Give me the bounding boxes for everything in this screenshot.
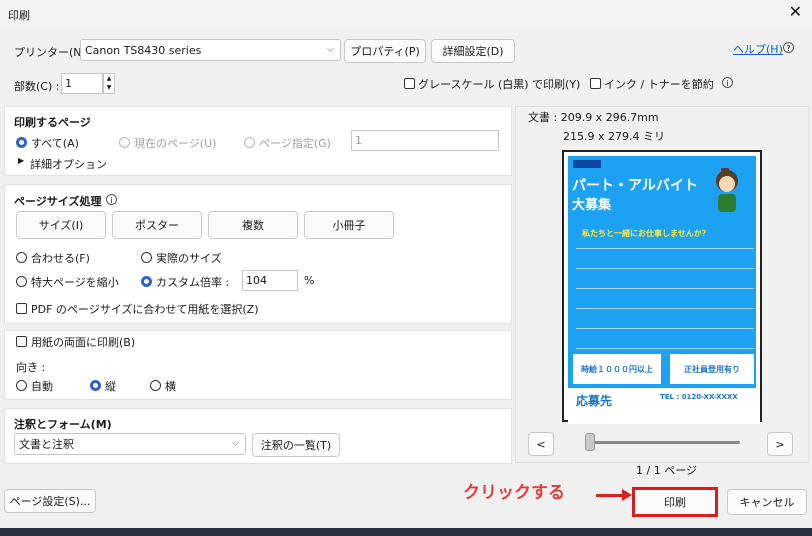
flyer-row-3 xyxy=(576,288,754,289)
next-page-button[interactable]: > xyxy=(767,432,793,456)
annotation-text: クリックする xyxy=(463,483,565,503)
actual-size-radio[interactable] xyxy=(141,252,152,263)
flyer-title-1: パート・アルバイト xyxy=(572,178,698,194)
help-link[interactable]: ヘルプ(H) xyxy=(733,41,783,57)
page-indicator: 1 / 1 ページ xyxy=(636,464,697,477)
orientation-auto-label: 自動 xyxy=(31,380,53,393)
duplex-checkbox[interactable] xyxy=(16,336,27,347)
actual-size-label: 実際のサイズ xyxy=(156,252,222,265)
document-size: 文書 : 209.9 x 296.7mm xyxy=(528,111,659,124)
page-setup-button[interactable]: ページ設定(S)... xyxy=(4,489,96,513)
advanced-button[interactable]: 詳細設定(D) xyxy=(431,39,515,63)
page-range-input[interactable]: 1 xyxy=(351,130,499,151)
grayscale-checkbox[interactable] xyxy=(404,78,415,89)
scale-value: 104 xyxy=(246,274,267,287)
annotation-arrowhead xyxy=(622,489,632,501)
fit-radio[interactable] xyxy=(16,252,27,263)
pages-current-radio[interactable] xyxy=(119,137,130,148)
close-icon[interactable]: ✕ xyxy=(789,4,802,20)
pages-all-label: すべて(A) xyxy=(31,137,79,150)
pdf-paper-checkbox[interactable] xyxy=(16,303,27,314)
pages-specify-label: ページ指定(G) xyxy=(259,137,331,150)
shrink-label: 特大ページを縮小 xyxy=(31,276,119,289)
print-button[interactable]: 印刷 xyxy=(632,487,718,517)
orientation-landscape-label: 横 xyxy=(165,380,176,393)
pages-current-label: 現在のページ(U) xyxy=(134,137,217,150)
flyer-row-5 xyxy=(576,328,754,329)
custom-scale-radio[interactable] xyxy=(141,276,152,287)
copies-input[interactable]: 1 xyxy=(61,73,103,94)
size-button[interactable]: サイズ(I) xyxy=(16,211,106,239)
multiple-button[interactable]: 複数 xyxy=(208,211,298,239)
comments-title: 注釈とフォーム(M) xyxy=(14,418,112,431)
fit-label: 合わせる(F) xyxy=(31,252,90,265)
copies-label: 部数(C) : xyxy=(14,80,60,93)
comments-select[interactable]: 文書と注釈 ⌵ xyxy=(14,433,246,455)
pages-title: 印刷するページ xyxy=(14,116,91,129)
printer-select[interactable]: Canon TS8430 series ⌵ xyxy=(80,39,341,61)
booklet-button[interactable]: 小冊子 xyxy=(304,211,394,239)
help-info-icon: ? xyxy=(783,42,794,53)
save-ink-info-icon[interactable]: i xyxy=(722,77,733,88)
page-preview: パート・アルバイト 大募集 私たちと一緒にお仕事しませんか？ 時給１０００円以上… xyxy=(562,150,762,424)
poster-button[interactable]: ポスター xyxy=(112,211,202,239)
flyer-title-2: 大募集 xyxy=(572,198,612,213)
flyer-contact: 応募先 xyxy=(576,394,613,408)
taskbar-strip xyxy=(0,528,812,536)
flyer-tagline: 私たちと一緒にお仕事しませんか？ xyxy=(582,229,710,238)
sizing-title: ページサイズ処理 xyxy=(14,195,102,208)
flyer-box-wage: 時給１０００円以上 xyxy=(573,354,661,384)
sizing-info-icon[interactable]: i xyxy=(106,194,117,205)
flyer-badge xyxy=(573,160,601,168)
save-ink-label: インク / トナーを節約 xyxy=(604,78,714,91)
percent-label: % xyxy=(304,274,315,287)
comments-value: 文書と注釈 xyxy=(19,438,74,451)
pages-all-radio[interactable] xyxy=(16,137,27,148)
copies-value: 1 xyxy=(65,77,72,90)
flyer: パート・アルバイト 大募集 私たちと一緒にお仕事しませんか？ 時給１０００円以上… xyxy=(568,156,760,424)
paper-size: 215.9 x 279.4 ミリ xyxy=(563,130,665,143)
pdf-paper-label: PDF のページサイズに合わせて用紙を選択(Z) xyxy=(31,303,259,316)
shrink-radio[interactable] xyxy=(16,276,27,287)
orientation-portrait-radio[interactable] xyxy=(90,380,101,391)
flyer-row-1 xyxy=(576,248,754,249)
flyer-tel: TEL : 0120-XX-XXXX xyxy=(660,393,738,401)
custom-scale-label: カスタム倍率 : xyxy=(156,276,230,289)
duplex-label: 用紙の両面に印刷(B) xyxy=(31,336,136,349)
pages-specify-radio[interactable] xyxy=(244,137,255,148)
summarize-comments-button[interactable]: 注釈の一覧(T) xyxy=(252,433,340,457)
grayscale-label: グレースケール (白黒) で印刷(Y) xyxy=(418,78,581,91)
copies-stepper[interactable]: ▲ ▼ xyxy=(103,73,115,94)
printer-value: Canon TS8430 series xyxy=(85,43,202,57)
orientation-landscape-radio[interactable] xyxy=(150,380,161,391)
triangle-right-icon[interactable]: ▶ xyxy=(18,156,24,165)
more-options-label[interactable]: 詳細オプション xyxy=(30,156,107,172)
orientation-portrait-label: 縦 xyxy=(105,380,116,393)
flyer-box-fulltime: 正社員登用有り xyxy=(670,354,754,384)
prev-page-button[interactable]: < xyxy=(528,432,554,456)
flyer-row-6 xyxy=(576,348,754,349)
page-range-value: 1 xyxy=(355,134,362,147)
character-illustration xyxy=(710,166,744,214)
save-ink-checkbox[interactable] xyxy=(590,78,601,89)
properties-button[interactable]: プロパティ(P) xyxy=(344,39,426,63)
flyer-row-2 xyxy=(576,268,754,269)
flyer-row-4 xyxy=(576,308,754,309)
scale-input[interactable]: 104 xyxy=(242,270,298,291)
chevron-down-icon: ⌵ xyxy=(232,438,239,449)
title-bar xyxy=(0,0,812,28)
cancel-button[interactable]: キャンセル xyxy=(727,489,807,515)
page-slider-thumb[interactable] xyxy=(585,433,595,451)
chevron-down-icon: ⌵ xyxy=(327,44,334,55)
page-slider-track[interactable] xyxy=(590,441,740,444)
window-title: 印刷 xyxy=(8,9,30,22)
orientation-auto-radio[interactable] xyxy=(16,380,27,391)
orientation-label: 向き : xyxy=(16,361,46,374)
